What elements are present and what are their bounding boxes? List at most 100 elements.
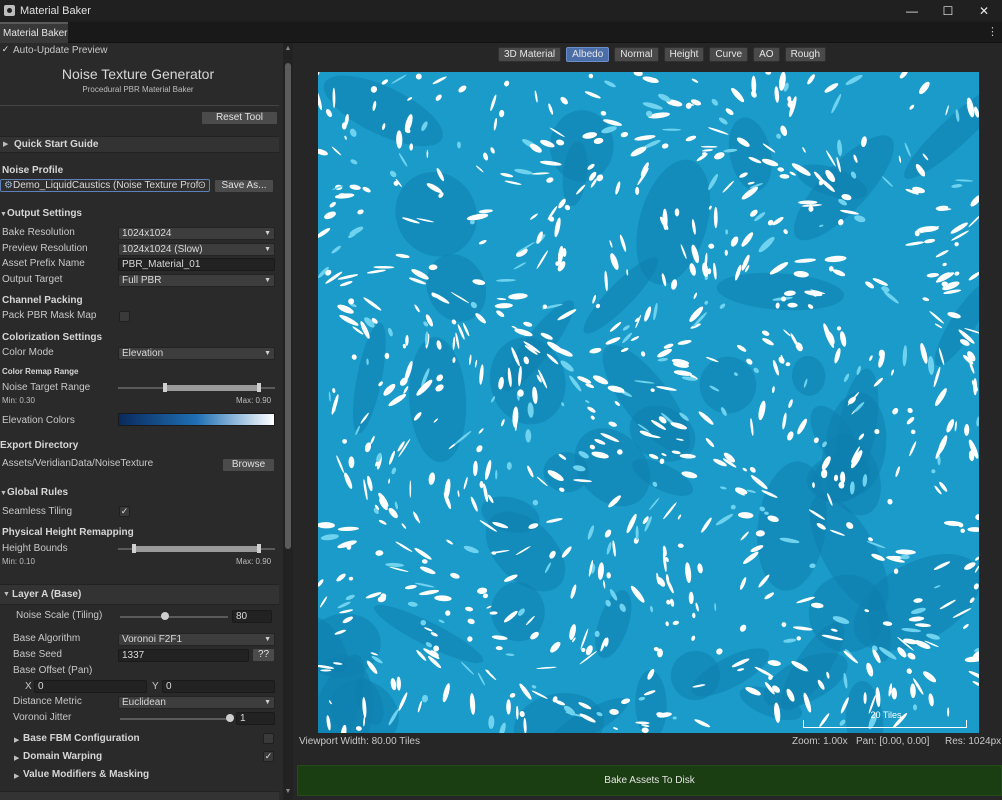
domain-warping-foldout[interactable]: Domain Warping <box>23 751 102 762</box>
bake-assets-button[interactable]: Bake Assets To Disk <box>297 765 1002 796</box>
resolution-text: Res: 1024px <box>945 736 1002 747</box>
chevron-right-icon[interactable]: ▶ <box>14 736 19 744</box>
global-rules-header[interactable]: Global Rules <box>7 487 68 498</box>
value-modifiers-foldout[interactable]: Value Modifiers & Masking <box>23 769 149 780</box>
mode-button-albedo[interactable]: Albedo <box>566 47 610 62</box>
elevation-gradient-field[interactable] <box>118 413 275 426</box>
noise-target-min-handle[interactable] <box>163 383 168 392</box>
noise-max-text: Max: 0.90 <box>236 396 272 405</box>
scroll-down-icon[interactable]: ▼ <box>283 788 293 798</box>
auto-update-checkbox[interactable]: ✓ <box>0 45 11 56</box>
mode-button-ao[interactable]: AO <box>753 47 780 62</box>
mode-button-normal[interactable]: Normal <box>614 47 659 62</box>
mode-button-3d-material[interactable]: 3D Material <box>498 47 562 62</box>
mode-button-height[interactable]: Height <box>663 47 705 62</box>
reset-tool-button[interactable]: Reset Tool <box>201 111 278 125</box>
pan-text: Pan: [0.00, 0.00] <box>856 736 930 747</box>
mode-button-curve[interactable]: Curve <box>709 47 749 62</box>
base-seed-input[interactable]: 1337 <box>118 649 249 662</box>
mode-button-rough[interactable]: Rough <box>784 47 827 62</box>
pack-mask-checkbox[interactable] <box>119 311 130 322</box>
voronoi-jitter-track[interactable] <box>120 718 230 720</box>
viewport-status-bar: Viewport Width: 80.00 Tiles Zoom: 1.00x … <box>293 736 1002 750</box>
tab-menu-icon[interactable]: ⋮ <box>987 25 998 38</box>
chevron-right-icon[interactable]: ▶ <box>14 772 19 780</box>
close-button[interactable]: ✕ <box>966 0 1002 21</box>
panel-title: Noise Texture Generator <box>61 66 215 82</box>
viewport-width-text: Viewport Width: 80.00 Tiles <box>299 736 420 747</box>
voronoi-jitter-knob[interactable] <box>226 714 234 722</box>
next-section-foldout[interactable] <box>0 791 279 800</box>
height-bounds-max-handle[interactable] <box>257 544 262 553</box>
browse-button[interactable]: Browse <box>222 458 275 472</box>
scroll-thumb[interactable] <box>285 63 291 549</box>
base-offset-label: Base Offset (Pan) <box>13 665 93 676</box>
distance-metric-dropdown[interactable]: Euclidean ▼ <box>118 696 275 709</box>
texture-preview[interactable]: 20 Tiles <box>318 72 979 733</box>
preview-resolution-dropdown[interactable]: 1024x1024 (Slow) ▼ <box>118 243 275 256</box>
height-max-text: Max: 0.90 <box>236 557 272 566</box>
window-title: Material Baker <box>20 4 91 17</box>
bake-resolution-dropdown[interactable]: 1024x1024 ▼ <box>118 227 275 240</box>
pack-mask-label: Pack PBR Mask Map <box>2 310 97 321</box>
dropdown-arrow-icon: ▼ <box>264 230 271 237</box>
chevron-down-icon[interactable]: ▼ <box>0 211 7 218</box>
export-path-text: Assets/VeridianData/NoiseTexture <box>2 458 154 469</box>
offset-x-input[interactable]: 0 <box>34 680 147 693</box>
layer-a-foldout[interactable]: ▼ Layer A (Base) <box>0 584 279 605</box>
base-algorithm-label: Base Algorithm <box>13 633 81 644</box>
noise-scale-track[interactable] <box>120 616 228 618</box>
output-target-dropdown[interactable]: Full PBR ▼ <box>118 274 275 287</box>
noise-scale-input[interactable]: 80 <box>232 610 272 623</box>
voronoi-jitter-input[interactable]: 1 <box>236 712 275 725</box>
bake-resolution-label: Bake Resolution <box>2 227 75 238</box>
preview-resolution-value: 1024x1024 (Slow) <box>122 244 203 255</box>
dropdown-arrow-icon: ▼ <box>264 277 271 284</box>
base-seed-label: Base Seed <box>13 649 62 660</box>
base-algorithm-dropdown[interactable]: Voronoi F2F1 ▼ <box>118 633 275 646</box>
noise-target-range-fill[interactable] <box>165 385 260 391</box>
export-directory-header: Export Directory <box>0 440 79 451</box>
app-icon <box>4 5 15 16</box>
chevron-down-icon[interactable]: ▼ <box>0 490 7 497</box>
auto-update-label: Auto-Update Preview <box>13 45 108 56</box>
base-fbm-checkbox[interactable] <box>263 733 274 744</box>
domain-warping-checkbox[interactable]: ✓ <box>263 751 274 762</box>
channel-packing-header: Channel Packing <box>2 295 83 306</box>
object-picker-icon[interactable]: ⊙ <box>198 180 206 191</box>
noise-scale-knob[interactable] <box>161 612 170 620</box>
maximize-button[interactable]: ☐ <box>930 0 966 21</box>
viewport-area: 3D Material Albedo Normal Height Curve AO Roug… <box>293 43 1002 800</box>
scroll-up-icon[interactable]: ▲ <box>283 45 293 55</box>
height-bounds-min-handle[interactable] <box>131 544 136 553</box>
distance-metric-value: Euclidean <box>122 697 166 708</box>
noise-target-max-handle[interactable] <box>257 383 262 392</box>
distance-metric-label: Distance Metric <box>13 696 82 707</box>
save-as-button[interactable]: Save As... <box>214 179 274 193</box>
asset-prefix-input[interactable]: PBR_Material_01 <box>118 258 275 271</box>
noise-target-label: Noise Target Range <box>2 382 91 393</box>
chevron-right-icon[interactable]: ▶ <box>14 754 19 762</box>
noise-profile-header: Noise Profile <box>2 165 64 176</box>
title-bar: Material Baker — ☐ ✕ <box>0 0 1002 21</box>
height-bounds-range-fill[interactable] <box>133 546 260 552</box>
noise-scale-label: Noise Scale (Tiling) <box>16 610 103 621</box>
dropdown-arrow-icon: ▼ <box>264 246 271 253</box>
dropdown-arrow-icon: ▼ <box>264 699 271 706</box>
seamless-tiling-checkbox[interactable]: ✓ <box>119 506 130 517</box>
offset-x-label: X <box>25 681 32 692</box>
offset-y-label: Y <box>152 681 159 692</box>
noise-profile-field[interactable]: ⚙Demo_LiquidCaustics (Noise Texture Prof… <box>0 179 210 192</box>
dropdown-arrow-icon: ▼ <box>264 350 271 357</box>
inspector-scrollbar[interactable]: ▲ ▼ <box>283 43 293 800</box>
output-settings-header[interactable]: Output Settings <box>7 208 82 219</box>
random-seed-button[interactable]: ?? <box>252 648 275 662</box>
bake-resolution-value: 1024x1024 <box>122 228 172 239</box>
offset-y-input[interactable]: 0 <box>162 680 275 693</box>
color-mode-dropdown[interactable]: Elevation ▼ <box>118 347 275 360</box>
minimize-button[interactable]: — <box>894 0 930 21</box>
tab-material-baker[interactable]: Material Baker <box>0 22 68 43</box>
preview-mode-toolbar: 3D Material Albedo Normal Height Curve AO Roug… <box>498 47 827 62</box>
base-fbm-foldout[interactable]: Base FBM Configuration <box>23 733 140 744</box>
quick-start-foldout[interactable]: ▶ Quick Start Guide <box>0 136 279 153</box>
